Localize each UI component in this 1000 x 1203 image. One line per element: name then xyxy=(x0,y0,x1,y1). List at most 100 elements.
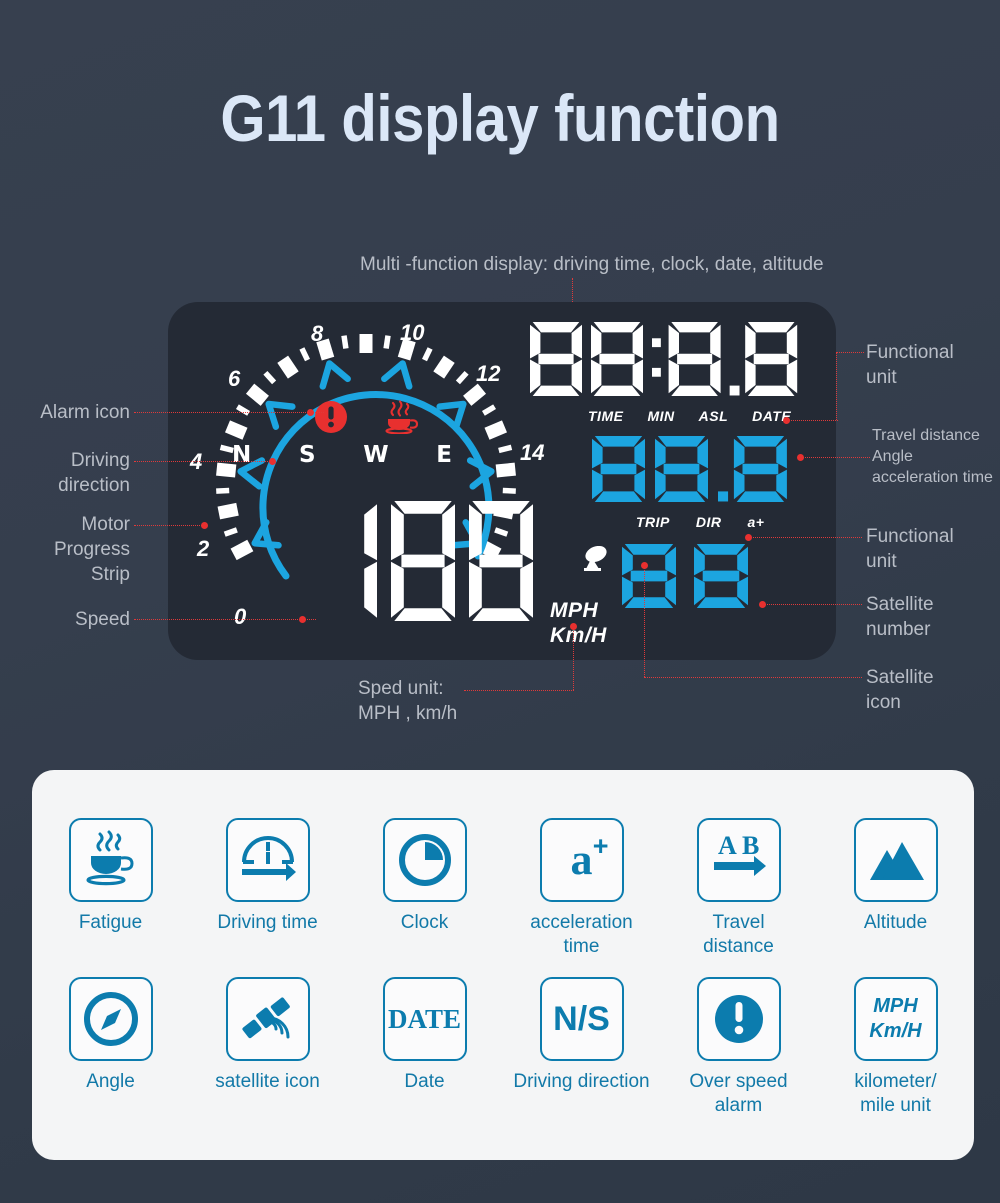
hud-display-panel: 0 2 4 6 8 10 12 14 N S W E MPH Km/H TIME… xyxy=(168,302,836,660)
a-to-b-arrow-icon: A B xyxy=(696,818,781,902)
pie-clock-icon xyxy=(382,818,467,902)
leader-line-direction xyxy=(134,461,274,462)
label-dir: DIR xyxy=(695,514,722,530)
compass-letter-n: N xyxy=(232,442,252,468)
ns-text: N/S xyxy=(553,999,610,1038)
annotation-speed-unit: Sped unit: MPH , km/h xyxy=(358,678,458,724)
annotation-functional-unit-2: Functional unit xyxy=(866,526,954,572)
a-plus-icon: a + xyxy=(539,818,624,902)
gauge-tick-label-10: 10 xyxy=(400,320,425,345)
legend-label: satellite icon xyxy=(215,1071,320,1092)
legend-item-a-to-b-arrow[interactable]: A B Travel distance xyxy=(660,818,817,959)
legend-label: Fatigue xyxy=(78,912,143,933)
leader-dot-satnum xyxy=(759,601,766,608)
leader-line-saticon-a xyxy=(644,677,862,678)
legend-item-date-text[interactable]: DATE Date xyxy=(346,977,503,1118)
speed-unit-labels: MPH Km/H xyxy=(550,598,607,648)
annotation-travel-distance-angle: Travel distance Angle acceleration time xyxy=(872,427,993,486)
label-time: TIME xyxy=(588,408,624,424)
multifunction-display: TIME MIN ASL DATE xyxy=(526,320,816,424)
legend-item-pie-clock[interactable]: Clock xyxy=(346,818,503,959)
legend-label: Travel distance xyxy=(703,912,774,957)
leader-line-progress xyxy=(134,525,206,526)
leader-line-saticon-b xyxy=(644,565,645,677)
legend-icon-grid: Fatigue Driving time Clock a + accelerati… xyxy=(32,818,974,1118)
leader-dot-fu1 xyxy=(783,417,790,424)
leader-dot-fu2 xyxy=(745,534,752,541)
annotation-satellite-icon: Satellite icon xyxy=(866,667,934,713)
leader-line-fu1-b xyxy=(836,352,837,420)
leader-line-satnum xyxy=(762,604,862,605)
kmh-text: Km/H xyxy=(869,1020,922,1042)
svg-text:A: A xyxy=(718,831,737,860)
annotation-satellite-number: Satellite number xyxy=(866,594,934,640)
legend-label: Over speed alarm xyxy=(689,1071,788,1116)
date-text-icon: DATE xyxy=(382,977,467,1061)
mph-text: MPH xyxy=(873,995,918,1017)
legend-item-compass[interactable]: Angle xyxy=(32,977,189,1118)
speed-unit-mph: MPH xyxy=(550,599,599,622)
legend-item-satellite[interactable]: satellite icon xyxy=(189,977,346,1118)
speed-value-display xyxy=(308,498,538,628)
annotation-multifunction-display: Multi -function display: driving time, c… xyxy=(360,254,824,275)
gauge-tick-label-8: 8 xyxy=(311,321,324,346)
legend-item-ns-text[interactable]: N/S Driving direction xyxy=(503,977,660,1118)
gauge-tick-label-14: 14 xyxy=(520,440,545,465)
gauge-tick-label-2: 2 xyxy=(197,536,210,561)
alarm-exclamation-icon xyxy=(315,401,347,433)
legend-label: acceleration time xyxy=(530,912,633,957)
annotation-functional-unit-1: Functional unit xyxy=(866,342,954,388)
leader-dot-progress xyxy=(201,522,208,529)
gauge-tick-label-0: 0 xyxy=(234,604,247,629)
legend-label: Date xyxy=(404,1071,445,1092)
ns-text-icon: N/S xyxy=(539,977,624,1061)
gauge-tick-label-6: 6 xyxy=(228,366,241,391)
label-asl: ASL xyxy=(698,408,729,424)
legend-label: Altitude xyxy=(863,912,928,933)
legend-label: Angle xyxy=(86,1071,135,1092)
date-text: DATE xyxy=(387,1003,461,1034)
gauge-tick-label-12: 12 xyxy=(476,361,501,386)
leader-dot-alarm xyxy=(307,409,314,416)
multifunction-labels: TIME MIN ASL DATE xyxy=(526,408,816,424)
annotation-motor-progress-strip: Motor Progress Strip xyxy=(53,514,130,585)
leader-line-fu1-c xyxy=(786,420,838,421)
satellite-icon xyxy=(225,977,310,1061)
legend-label: Driving direction xyxy=(513,1071,650,1092)
leader-line-unit-b xyxy=(573,626,574,690)
leader-line-unit-a xyxy=(464,690,574,691)
compass-letter-e: E xyxy=(436,442,452,468)
leader-line-fu1-a xyxy=(836,352,864,353)
annotation-speed: Speed xyxy=(75,609,130,630)
satellite-number-display xyxy=(618,542,783,619)
compass-letter-s: S xyxy=(298,442,316,468)
trip-labels: TRIP DIR a+ xyxy=(588,514,813,530)
legend-card: Fatigue Driving time Clock a + accelerati… xyxy=(32,770,974,1160)
leader-dot-direction xyxy=(269,458,276,465)
leader-dot-unit xyxy=(570,623,577,630)
trip-display: TRIP DIR a+ xyxy=(588,434,813,530)
svg-text:B: B xyxy=(742,831,759,860)
legend-item-speedometer-arrow[interactable]: Driving time xyxy=(189,818,346,959)
mph-kmh-text-icon: MPH Km/H xyxy=(853,977,938,1061)
legend-item-a-plus[interactable]: a + acceleration time xyxy=(503,818,660,959)
legend-item-mph-kmh-text[interactable]: MPH Km/H kilometer/ mile unit xyxy=(817,977,974,1118)
speed-unit-kmh: Km/H xyxy=(550,624,607,647)
legend-item-coffee-cup[interactable]: Fatigue xyxy=(32,818,189,959)
leader-dot-speed xyxy=(299,616,306,623)
gauge-tick-label-4: 4 xyxy=(190,449,203,474)
label-min: MIN xyxy=(647,408,675,424)
label-trip: TRIP xyxy=(636,514,670,530)
page-title: G11 display function xyxy=(220,81,780,155)
legend-item-exclamation-circle[interactable]: Over speed alarm xyxy=(660,977,817,1118)
compass-letter-w: W xyxy=(363,442,389,468)
leader-line-fu2 xyxy=(748,537,862,538)
exclamation-circle-icon xyxy=(696,977,781,1061)
speedometer-arrow-icon xyxy=(225,818,310,902)
legend-item-mountains[interactable]: Altitude xyxy=(817,818,974,959)
leader-dot-saticon xyxy=(641,562,648,569)
leader-line-travel xyxy=(800,457,870,458)
driving-direction-letters: N S W E xyxy=(232,442,452,468)
fatigue-coffee-icon xyxy=(385,400,419,434)
legend-label: Driving time xyxy=(217,912,318,933)
